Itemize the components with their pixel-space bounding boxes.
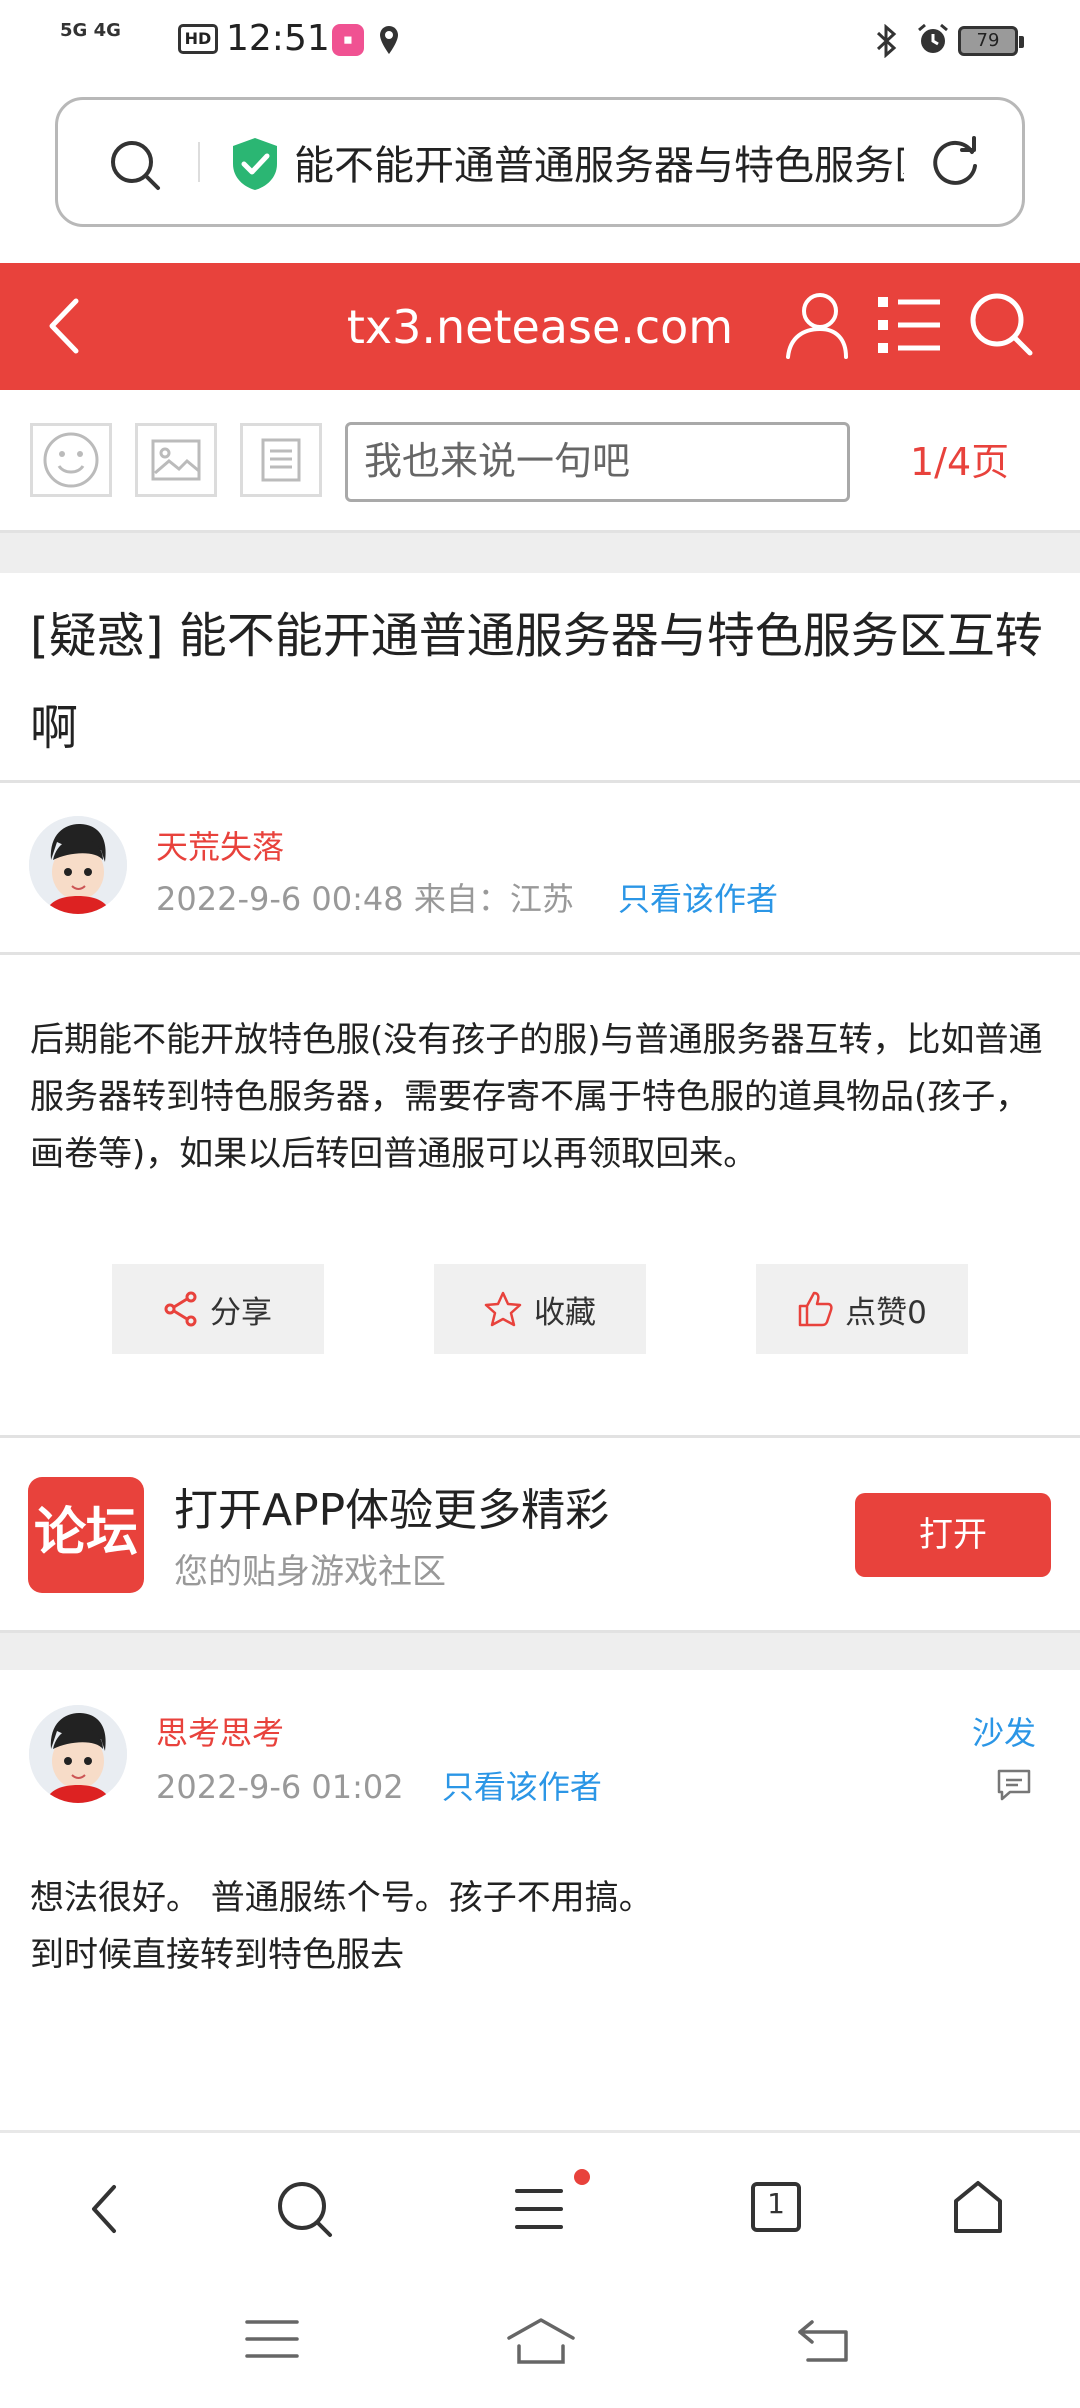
browser-toolbar: 1 [0, 2130, 1080, 2280]
author-only-link[interactable]: 只看该作者 [618, 880, 778, 918]
battery-icon: 79 [958, 26, 1024, 56]
comment-input[interactable]: 我也来说一句吧 [345, 422, 850, 502]
compose-bar: 我也来说一句吧 1/4页 [0, 390, 1080, 532]
app-notification-icon: ◼ [332, 24, 364, 56]
post-content: 后期能不能开放特色服(没有孩子的服)与普通服务器互转，比如普通服务器转到特色服务… [30, 1020, 1043, 1174]
author-name[interactable]: 天荒失落 [156, 822, 284, 868]
reply-meta: 2022-9-6 01:02 只看该作者 [156, 1762, 602, 1808]
system-nav-bar [0, 2280, 1080, 2408]
divider [0, 1435, 1080, 1438]
header-search-icon[interactable] [966, 289, 1036, 365]
image-icon [151, 439, 201, 481]
site-domain: tx3.netease.com [346, 300, 734, 354]
favorite-button[interactable]: 收藏 [434, 1264, 646, 1354]
notification-dot [574, 2169, 590, 2185]
smiley-icon [43, 432, 99, 488]
promo-title: 打开APP体验更多精彩 [174, 1485, 610, 1536]
section-gap [0, 1633, 1080, 1670]
status-bar: 5G 4G HD 12:51 ◼ 79 [0, 0, 1080, 84]
browser-menu-icon[interactable] [514, 2179, 564, 2243]
hd-voice-icon: HD [178, 24, 218, 54]
browser-back-icon[interactable] [84, 2179, 124, 2243]
refresh-icon[interactable] [928, 136, 982, 194]
emoji-button[interactable] [30, 423, 112, 497]
promo-subtitle: 您的贴身游戏社区 [174, 1552, 446, 1592]
like-button[interactable]: 点赞0 [756, 1264, 968, 1354]
secure-shield-icon [230, 136, 280, 196]
nav-recents-icon[interactable] [244, 2316, 300, 2366]
back-icon[interactable] [40, 293, 90, 363]
user-icon[interactable] [784, 289, 850, 365]
list-menu-icon[interactable] [876, 293, 942, 361]
page-indicator[interactable]: 1/4页 [910, 430, 1009, 494]
reply-author-name[interactable]: 思考思考 [156, 1708, 284, 1754]
share-button[interactable]: 分享 [112, 1264, 324, 1354]
author-avatar[interactable] [29, 816, 127, 914]
divider [0, 952, 1080, 955]
like-label: 点赞0 [845, 1294, 927, 1331]
home-icon[interactable] [952, 2179, 1004, 2239]
thumbs-up-icon [798, 1291, 833, 1327]
status-time: 12:51 [226, 18, 330, 59]
reply-author-avatar[interactable] [29, 1705, 127, 1803]
document-icon [261, 438, 301, 482]
image-button[interactable] [135, 423, 217, 497]
reply-author-only-link[interactable]: 只看该作者 [442, 1768, 602, 1806]
network-indicator: 5G 4G [60, 20, 121, 41]
divider [0, 780, 1080, 783]
post-date-location: 2022-9-6 00:48 来自：江苏 [156, 880, 574, 918]
post-title: [疑惑] 能不能开通普通服务器与特色服务区互转啊 [30, 608, 1043, 756]
favorite-label: 收藏 [534, 1294, 596, 1331]
nav-home-icon[interactable] [505, 2316, 577, 2370]
site-header: tx3.netease.com [0, 263, 1080, 390]
share-label: 分享 [210, 1294, 272, 1331]
reply-line: 想法很好。 普通服练个号。孩子不用搞。 [30, 1878, 653, 1918]
address-divider [198, 142, 200, 182]
app-logo[interactable]: 论坛 [28, 1477, 144, 1593]
post-meta: 2022-9-6 00:48 来自：江苏 只看该作者 [156, 874, 778, 920]
reply-line: 到时候直接转到特色服去 [30, 1935, 404, 1975]
reply-content: 想法很好。 普通服练个号。孩子不用搞。 到时候直接转到特色服去 [30, 1870, 1050, 1984]
text-button[interactable] [240, 423, 322, 497]
tabs-count: 1 [767, 2187, 785, 2220]
open-app-button[interactable]: 打开 [855, 1493, 1051, 1577]
floor-tag: 沙发 [972, 1714, 1037, 1752]
tabs-button[interactable]: 1 [750, 2179, 802, 2239]
share-icon [164, 1291, 197, 1327]
search-icon[interactable] [108, 138, 162, 196]
address-text[interactable]: 能不能开通普通服务器与特色服务区互转啊 [294, 138, 904, 194]
bluetooth-icon [874, 23, 900, 62]
browser-search-icon[interactable] [276, 2179, 334, 2243]
alarm-icon [916, 22, 950, 60]
location-icon [378, 24, 400, 60]
comment-icon[interactable] [996, 1768, 1032, 1806]
reply-date: 2022-9-6 01:02 [156, 1768, 404, 1806]
star-icon [484, 1291, 522, 1327]
nav-back-icon[interactable] [796, 2316, 852, 2370]
section-gap [0, 533, 1080, 573]
address-bar[interactable]: 能不能开通普通服务器与特色服务区互转啊 [55, 97, 1025, 227]
